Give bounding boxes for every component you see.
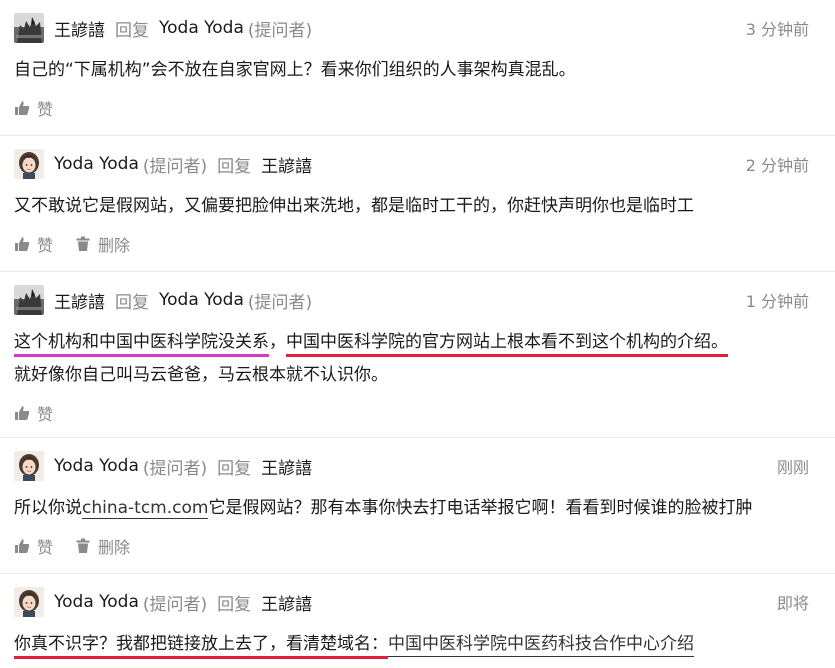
highlighted-text: 中国中医科学院的官方网站上根本看不到这个机构的介绍。: [286, 332, 728, 357]
like-button[interactable]: 赞: [14, 534, 53, 558]
thumbs-up-icon: [14, 538, 30, 554]
reply-target-name[interactable]: Yoda Yoda: [159, 290, 244, 310]
avatar[interactable]: [14, 587, 44, 617]
avatar[interactable]: [14, 285, 44, 315]
delete-label: 删除: [98, 538, 131, 557]
comment-actions: 赞 删除: [14, 232, 809, 256]
delete-label: 删除: [98, 236, 131, 255]
like-button[interactable]: 赞: [14, 401, 53, 425]
trash-icon: [75, 538, 91, 554]
comment-item: Yoda Yoda (提问者) 回复 王諺譆 刚刚 所以你说china-tcm.…: [0, 438, 835, 574]
author-name[interactable]: 王諺譆: [54, 288, 105, 313]
comment-body: 所以你说china-tcm.com它是假网站？那有本事你快去打电话举报它啊！看看…: [14, 492, 809, 525]
like-label: 赞: [37, 538, 54, 557]
like-button[interactable]: 赞: [14, 96, 53, 120]
comment-actions: 赞: [14, 401, 809, 425]
comment-body: 这个机构和中国中医科学院没关系，中国中医科学院的官方网站上根本看不到这个机构的介…: [14, 326, 809, 392]
like-label: 赞: [37, 405, 54, 424]
comment-time: 即将: [776, 594, 809, 613]
reply-target-name[interactable]: 王諺譆: [261, 590, 312, 615]
reply-target-name[interactable]: 王諺譆: [261, 152, 312, 177]
highlighted-link[interactable]: 中国中医科学院中医药科技合作中心介绍: [388, 634, 694, 657]
comment-item: 王諺譆 回复 Yoda Yoda (提问者) 1 分钟前 这个机构和中国中医科学…: [0, 272, 835, 438]
website-link[interactable]: china-tcm.com: [82, 498, 209, 519]
comment-body: 你真不识字？我都把链接放上去了，看清楚域名：中国中医科学院中医药科技合作中心介绍: [14, 628, 809, 661]
comment-item: Yoda Yoda (提问者) 回复 王諺譆 2 分钟前 又不敢说它是假网站，又…: [0, 136, 835, 272]
reply-target-role: (提问者): [247, 20, 313, 41]
reply-target-name[interactable]: Yoda Yoda: [159, 18, 244, 38]
comment-text: 又不敢说它是假网站，又偏要把脸伸出来洗地，都是临时工干的，你赶快声明你也是临时工: [14, 196, 694, 216]
comment-actions: 赞 删除: [14, 534, 809, 558]
comment-actions: 赞: [14, 96, 809, 120]
text-fragment: ，: [269, 332, 286, 352]
reply-label: 回复: [115, 20, 149, 41]
reply-target-role: (提问者): [247, 292, 313, 313]
comment-header: 王諺譆 回复 Yoda Yoda (提问者) 1 分钟前: [14, 272, 809, 315]
comment-text-line: 就好像你自己叫马云爸爸，马云根本就不认识你。: [14, 365, 388, 385]
like-label: 赞: [37, 100, 54, 119]
thumbs-up-icon: [14, 100, 30, 116]
like-button[interactable]: 赞: [14, 232, 53, 256]
comment-header: Yoda Yoda (提问者) 回复 王諺譆 2 分钟前: [14, 136, 809, 179]
comment-body: 自己的“下属机构”会不放在自家官网上？看来你们组织的人事架构真混乱。: [14, 54, 809, 87]
author-role: (提问者): [142, 156, 208, 177]
avatar[interactable]: [14, 149, 44, 179]
trash-icon: [75, 236, 91, 252]
comment-header: Yoda Yoda (提问者) 回复 王諺譆 即将: [14, 574, 809, 617]
comment-text-line: 这个机构和中国中医科学院没关系，中国中医科学院的官方网站上根本看不到这个机构的介…: [14, 326, 809, 359]
reply-label: 回复: [217, 458, 252, 479]
thumbs-up-icon: [14, 236, 30, 252]
author-role: (提问者): [142, 458, 208, 479]
comment-time: 2 分钟前: [745, 156, 809, 175]
author-role: (提问者): [142, 594, 208, 615]
highlighted-text: 这个机构和中国中医科学院没关系: [14, 332, 269, 357]
comment-item: 王諺譆 回复 Yoda Yoda (提问者) 3 分钟前 自己的“下属机构”会不…: [0, 0, 835, 136]
delete-button[interactable]: 删除: [75, 232, 130, 256]
like-label: 赞: [37, 236, 54, 255]
comment-header: Yoda Yoda (提问者) 回复 王諺譆 刚刚: [14, 438, 809, 481]
author-name[interactable]: Yoda Yoda: [54, 456, 139, 476]
text-fragment: 所以你说: [14, 498, 82, 518]
comment-text-line: 所以你说china-tcm.com它是假网站？那有本事你快去打电话举报它啊！看看…: [14, 492, 809, 525]
comment-text: 自己的“下属机构”会不放在自家官网上？看来你们组织的人事架构真混乱。: [14, 60, 576, 80]
avatar[interactable]: [14, 451, 44, 481]
comment-text-line: 你真不识字？我都把链接放上去了，看清楚域名：中国中医科学院中医药科技合作中心介绍: [14, 628, 809, 661]
reply-label: 回复: [217, 594, 252, 615]
author-name[interactable]: Yoda Yoda: [54, 154, 139, 174]
reply-label: 回复: [115, 292, 149, 313]
reply-target-name[interactable]: 王諺譆: [261, 454, 312, 479]
thumbs-up-icon: [14, 405, 30, 421]
comment-header: 王諺譆 回复 Yoda Yoda (提问者) 3 分钟前: [14, 0, 809, 43]
comment-body: 又不敢说它是假网站，又偏要把脸伸出来洗地，都是临时工干的，你赶快声明你也是临时工: [14, 190, 809, 223]
author-name[interactable]: 王諺譆: [54, 16, 105, 41]
comment-time: 3 分钟前: [745, 20, 809, 39]
reply-label: 回复: [217, 156, 252, 177]
comment-time: 1 分钟前: [745, 292, 809, 311]
comment-time: 刚刚: [776, 458, 809, 477]
highlighted-text: 你真不识字？我都把链接放上去了，看清楚域名：: [14, 634, 388, 659]
comment-item: Yoda Yoda (提问者) 回复 王諺譆 即将 你真不识字？我都把链接放上去…: [0, 574, 835, 668]
text-fragment: 它是假网站？那有本事你快去打电话举报它啊！看看到时候谁的脸被打肿: [208, 498, 753, 518]
author-name[interactable]: Yoda Yoda: [54, 592, 139, 612]
delete-button[interactable]: 删除: [75, 534, 130, 558]
avatar[interactable]: [14, 13, 44, 43]
